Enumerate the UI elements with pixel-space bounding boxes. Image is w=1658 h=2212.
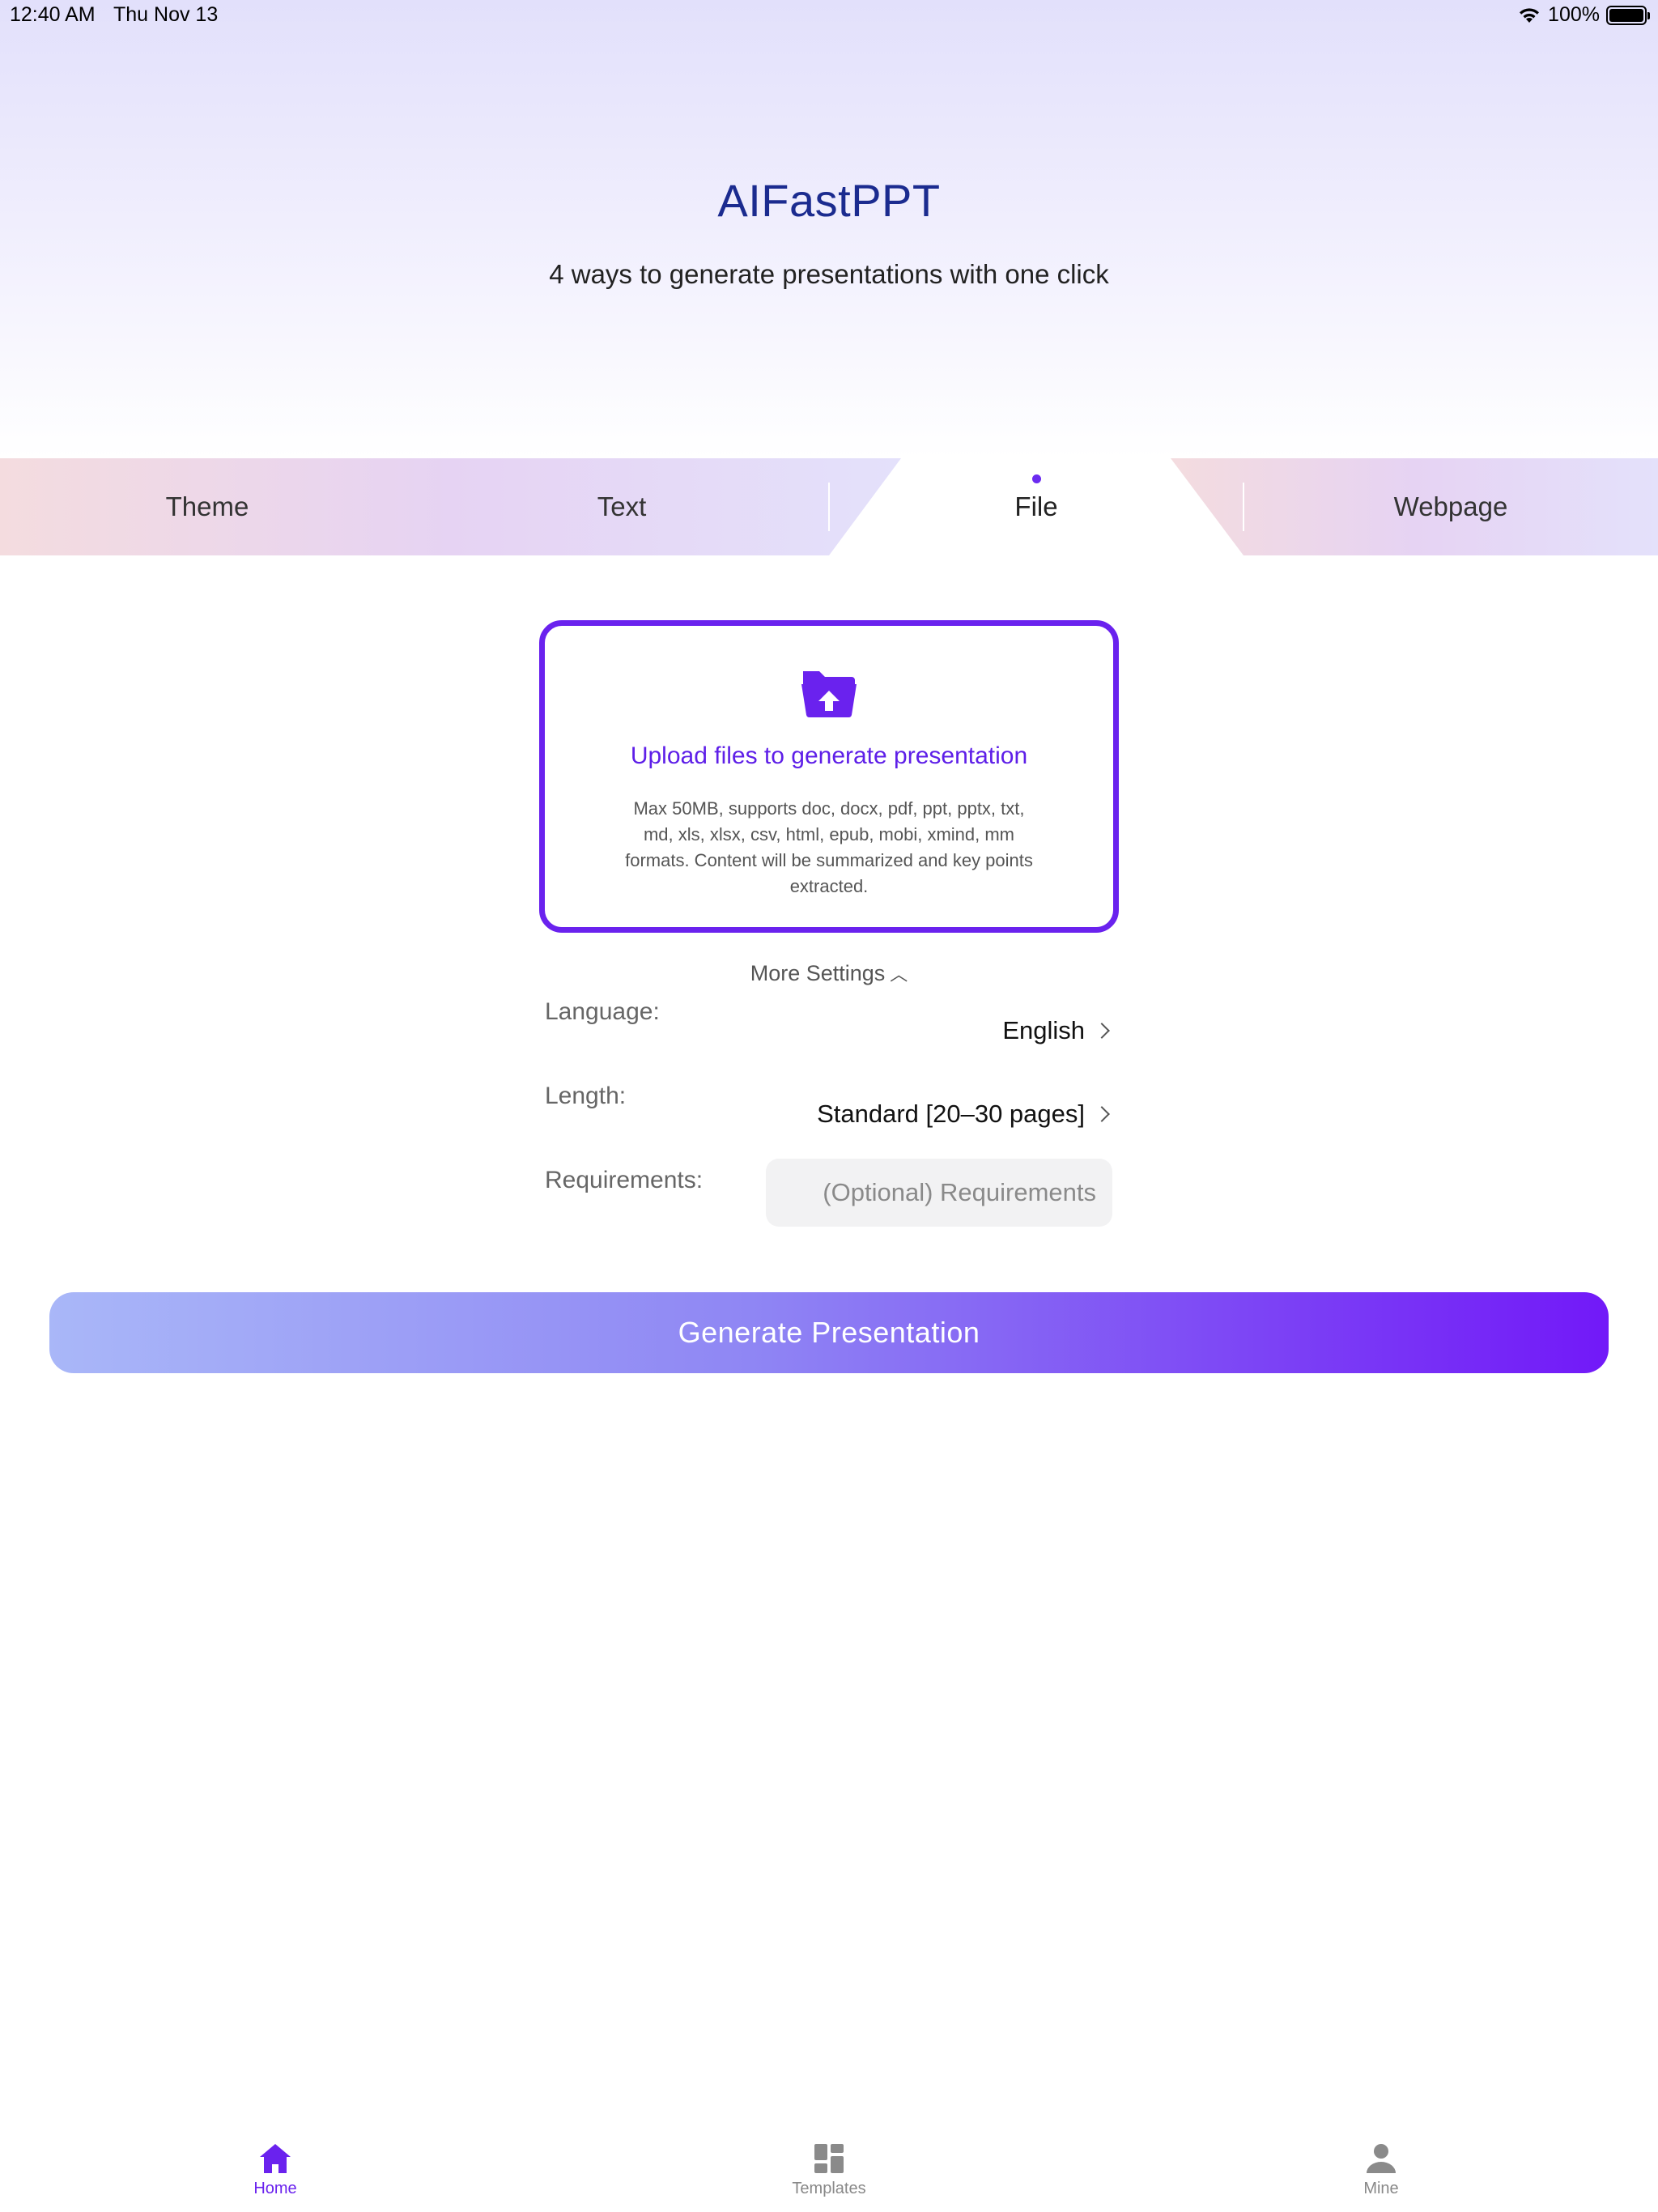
wifi-icon xyxy=(1520,7,1540,23)
tab-file-label: File xyxy=(1014,491,1058,521)
person-icon xyxy=(1367,2144,1396,2173)
language-value: English xyxy=(1002,1016,1085,1044)
more-settings-label: More Settings xyxy=(750,961,886,985)
language-selector[interactable]: English xyxy=(1002,1016,1110,1045)
file-upload-area[interactable]: Upload files to generate presentation Ma… xyxy=(539,620,1119,933)
requirements-label: Requirements: xyxy=(545,1167,704,1193)
bottom-navigation: Home Templates Mine xyxy=(0,2129,1658,2212)
tab-theme[interactable]: Theme xyxy=(0,458,414,555)
upload-title: Upload files to generate presentation xyxy=(630,742,1028,769)
templates-icon xyxy=(814,2144,844,2173)
upload-description: Max 50MB, supports doc, docx, pdf, ppt, … xyxy=(625,798,1033,896)
nav-mine-label: Mine xyxy=(1363,2180,1399,2197)
folder-upload-icon xyxy=(801,671,857,718)
language-label: Language: xyxy=(545,998,660,1025)
tab-file[interactable]: File xyxy=(829,458,1244,555)
generate-presentation-button[interactable]: Generate Presentation xyxy=(49,1292,1609,1373)
nav-mine[interactable]: Mine xyxy=(1300,2142,1462,2198)
requirements-input[interactable] xyxy=(766,1159,1112,1227)
active-tab-indicator xyxy=(1032,474,1041,483)
app-subtitle: 4 ways to generate presentations with on… xyxy=(549,259,1109,289)
status-date: Thu Nov 13 xyxy=(113,3,219,26)
nav-templates[interactable]: Templates xyxy=(748,2142,910,2198)
length-value: Standard [20–30 pages] xyxy=(817,1100,1085,1128)
nav-home[interactable]: Home xyxy=(194,2142,356,2198)
chevron-right-icon xyxy=(1094,1106,1110,1122)
chevron-up-icon: ︿ xyxy=(890,964,908,985)
chevron-right-icon xyxy=(1094,1023,1110,1039)
nav-templates-label: Templates xyxy=(792,2180,866,2197)
status-indicators: 100% xyxy=(1517,3,1650,27)
home-icon xyxy=(260,2144,291,2173)
length-label: Length: xyxy=(545,1083,627,1109)
nav-home-label: Home xyxy=(253,2180,297,2197)
battery-percent: 100% xyxy=(1548,3,1600,26)
app-title: AIFastPPT xyxy=(717,175,941,226)
more-settings-toggle[interactable]: More Settings ︿ xyxy=(0,960,1658,986)
status-bar: 12:40 AM Thu Nov 13 100% xyxy=(0,0,1658,32)
mode-tabs: Theme Text File Webpage xyxy=(0,458,1658,555)
status-time: 12:40 AM xyxy=(10,3,96,26)
tab-webpage[interactable]: Webpage xyxy=(1244,458,1658,555)
tab-text[interactable]: Text xyxy=(414,458,829,555)
battery-icon xyxy=(1606,5,1650,25)
length-selector[interactable]: Standard [20–30 pages] xyxy=(817,1100,1110,1129)
header-background xyxy=(0,0,1658,458)
